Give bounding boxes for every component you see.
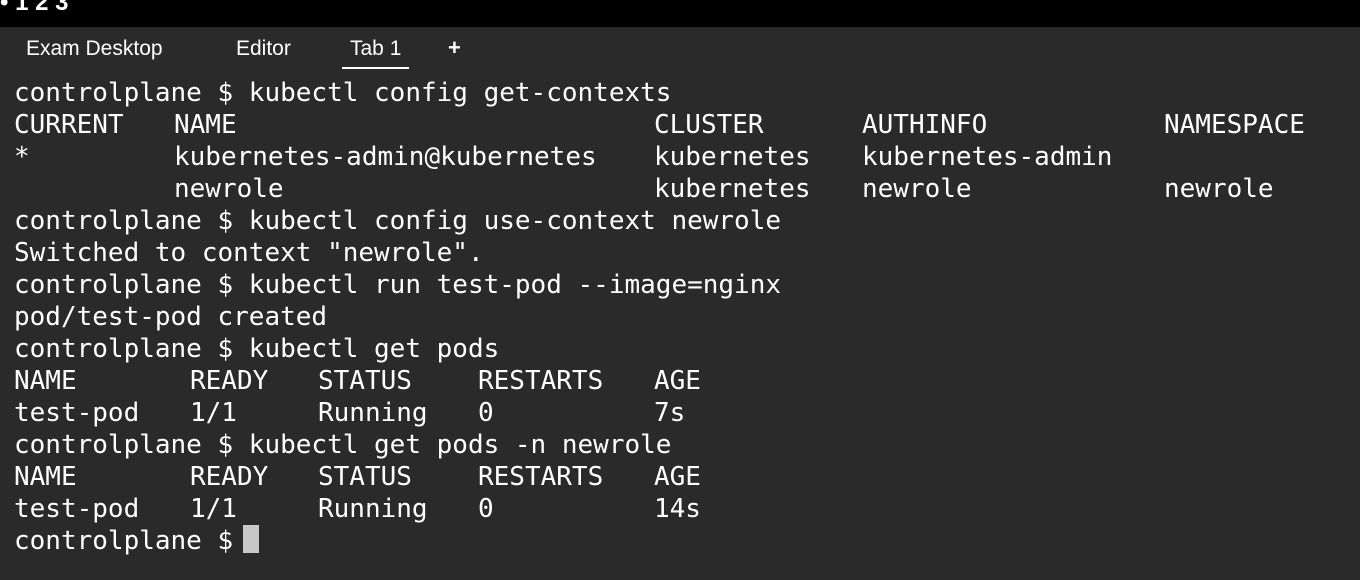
- terminal-line: controlplane $ kubectl get pods -n newro…: [14, 430, 672, 460]
- terminal-prompt-line[interactable]: controlplane $: [14, 525, 1354, 557]
- table-cell: 0: [478, 398, 494, 428]
- table-cell: CLUSTER: [654, 110, 764, 140]
- terminal-cursor[interactable]: [243, 525, 260, 553]
- terminal-output[interactable]: controlplane $ kubectl config get-contex…: [14, 77, 1354, 577]
- terminal-app: Exam Desktop Editor Tab 1 + controlplane…: [6, 27, 1360, 580]
- terminal-line: pod/test-pod created: [14, 302, 328, 332]
- table-cell: AUTHINFO: [862, 110, 988, 140]
- table-cell: 1/1: [190, 494, 237, 524]
- table-cell: Running: [318, 398, 428, 428]
- tab-exam-desktop[interactable]: Exam Desktop: [26, 37, 163, 61]
- top-bar: • 1 2 3: [0, 0, 1360, 27]
- table-cell: NAME: [174, 110, 237, 140]
- table-cell: READY: [190, 366, 269, 396]
- terminal-line: test-pod 1/1 Running 0 14s: [14, 493, 1354, 525]
- terminal-line: controlplane $ kubectl run test-pod --im…: [14, 270, 782, 300]
- table-cell: *: [14, 142, 30, 172]
- table-cell: NAME: [14, 462, 77, 492]
- table-cell: kubernetes-admin: [862, 142, 1113, 172]
- terminal-line: Switched to context "newrole".: [14, 238, 484, 268]
- terminal-line: newrole kubernetes newrole newrole: [14, 173, 1354, 205]
- table-cell: 0: [478, 494, 494, 524]
- table-cell: STATUS: [318, 366, 412, 396]
- table-cell: CURRENT: [14, 110, 124, 140]
- top-bar-text: • 1 2 3: [0, 0, 69, 16]
- table-cell: 7s: [654, 398, 686, 428]
- terminal-line: * kubernetes-admin@kubernetes kubernetes ku…: [14, 141, 1354, 173]
- prompt-text: controlplane $: [14, 526, 234, 556]
- terminal-line: controlplane $ kubectl config use-contex…: [14, 206, 782, 236]
- add-tab-button[interactable]: +: [448, 35, 461, 61]
- terminal-line: controlplane $ kubectl config get-contex…: [14, 78, 672, 108]
- terminal-line: NAME READY STATUS RESTARTS AGE: [14, 365, 1354, 397]
- table-cell: RESTARTS: [478, 462, 604, 492]
- terminal-line: CURRENT NAME CLUSTER AUTHINFO NAMESPACE: [14, 109, 1354, 141]
- table-cell: 14s: [654, 494, 701, 524]
- table-cell: kubernetes: [654, 174, 811, 204]
- terminal-line: NAME READY STATUS RESTARTS AGE: [14, 461, 1354, 493]
- table-cell: 1/1: [190, 398, 237, 428]
- tab-tab-1[interactable]: Tab 1: [342, 37, 410, 69]
- table-cell: NAME: [14, 366, 77, 396]
- table-cell: test-pod: [14, 494, 140, 524]
- table-cell: AGE: [654, 366, 701, 396]
- table-cell: kubernetes-admin@kubernetes: [174, 142, 597, 172]
- table-cell: STATUS: [318, 462, 412, 492]
- tab-bar: Exam Desktop Editor Tab 1 +: [6, 27, 1360, 71]
- table-cell: newrole: [174, 174, 284, 204]
- terminal-line: controlplane $ kubectl get pods: [14, 334, 500, 364]
- table-cell: READY: [190, 462, 269, 492]
- table-cell: AGE: [654, 462, 701, 492]
- table-cell: NAMESPACE: [1164, 110, 1305, 140]
- table-cell: newrole: [1164, 174, 1274, 204]
- table-cell: Running: [318, 494, 428, 524]
- terminal-line: test-pod 1/1 Running 0 7s: [14, 397, 1354, 429]
- table-cell: newrole: [862, 174, 972, 204]
- table-cell: test-pod: [14, 398, 140, 428]
- tab-editor[interactable]: Editor: [236, 37, 291, 61]
- table-cell: RESTARTS: [478, 366, 604, 396]
- table-cell: kubernetes: [654, 142, 811, 172]
